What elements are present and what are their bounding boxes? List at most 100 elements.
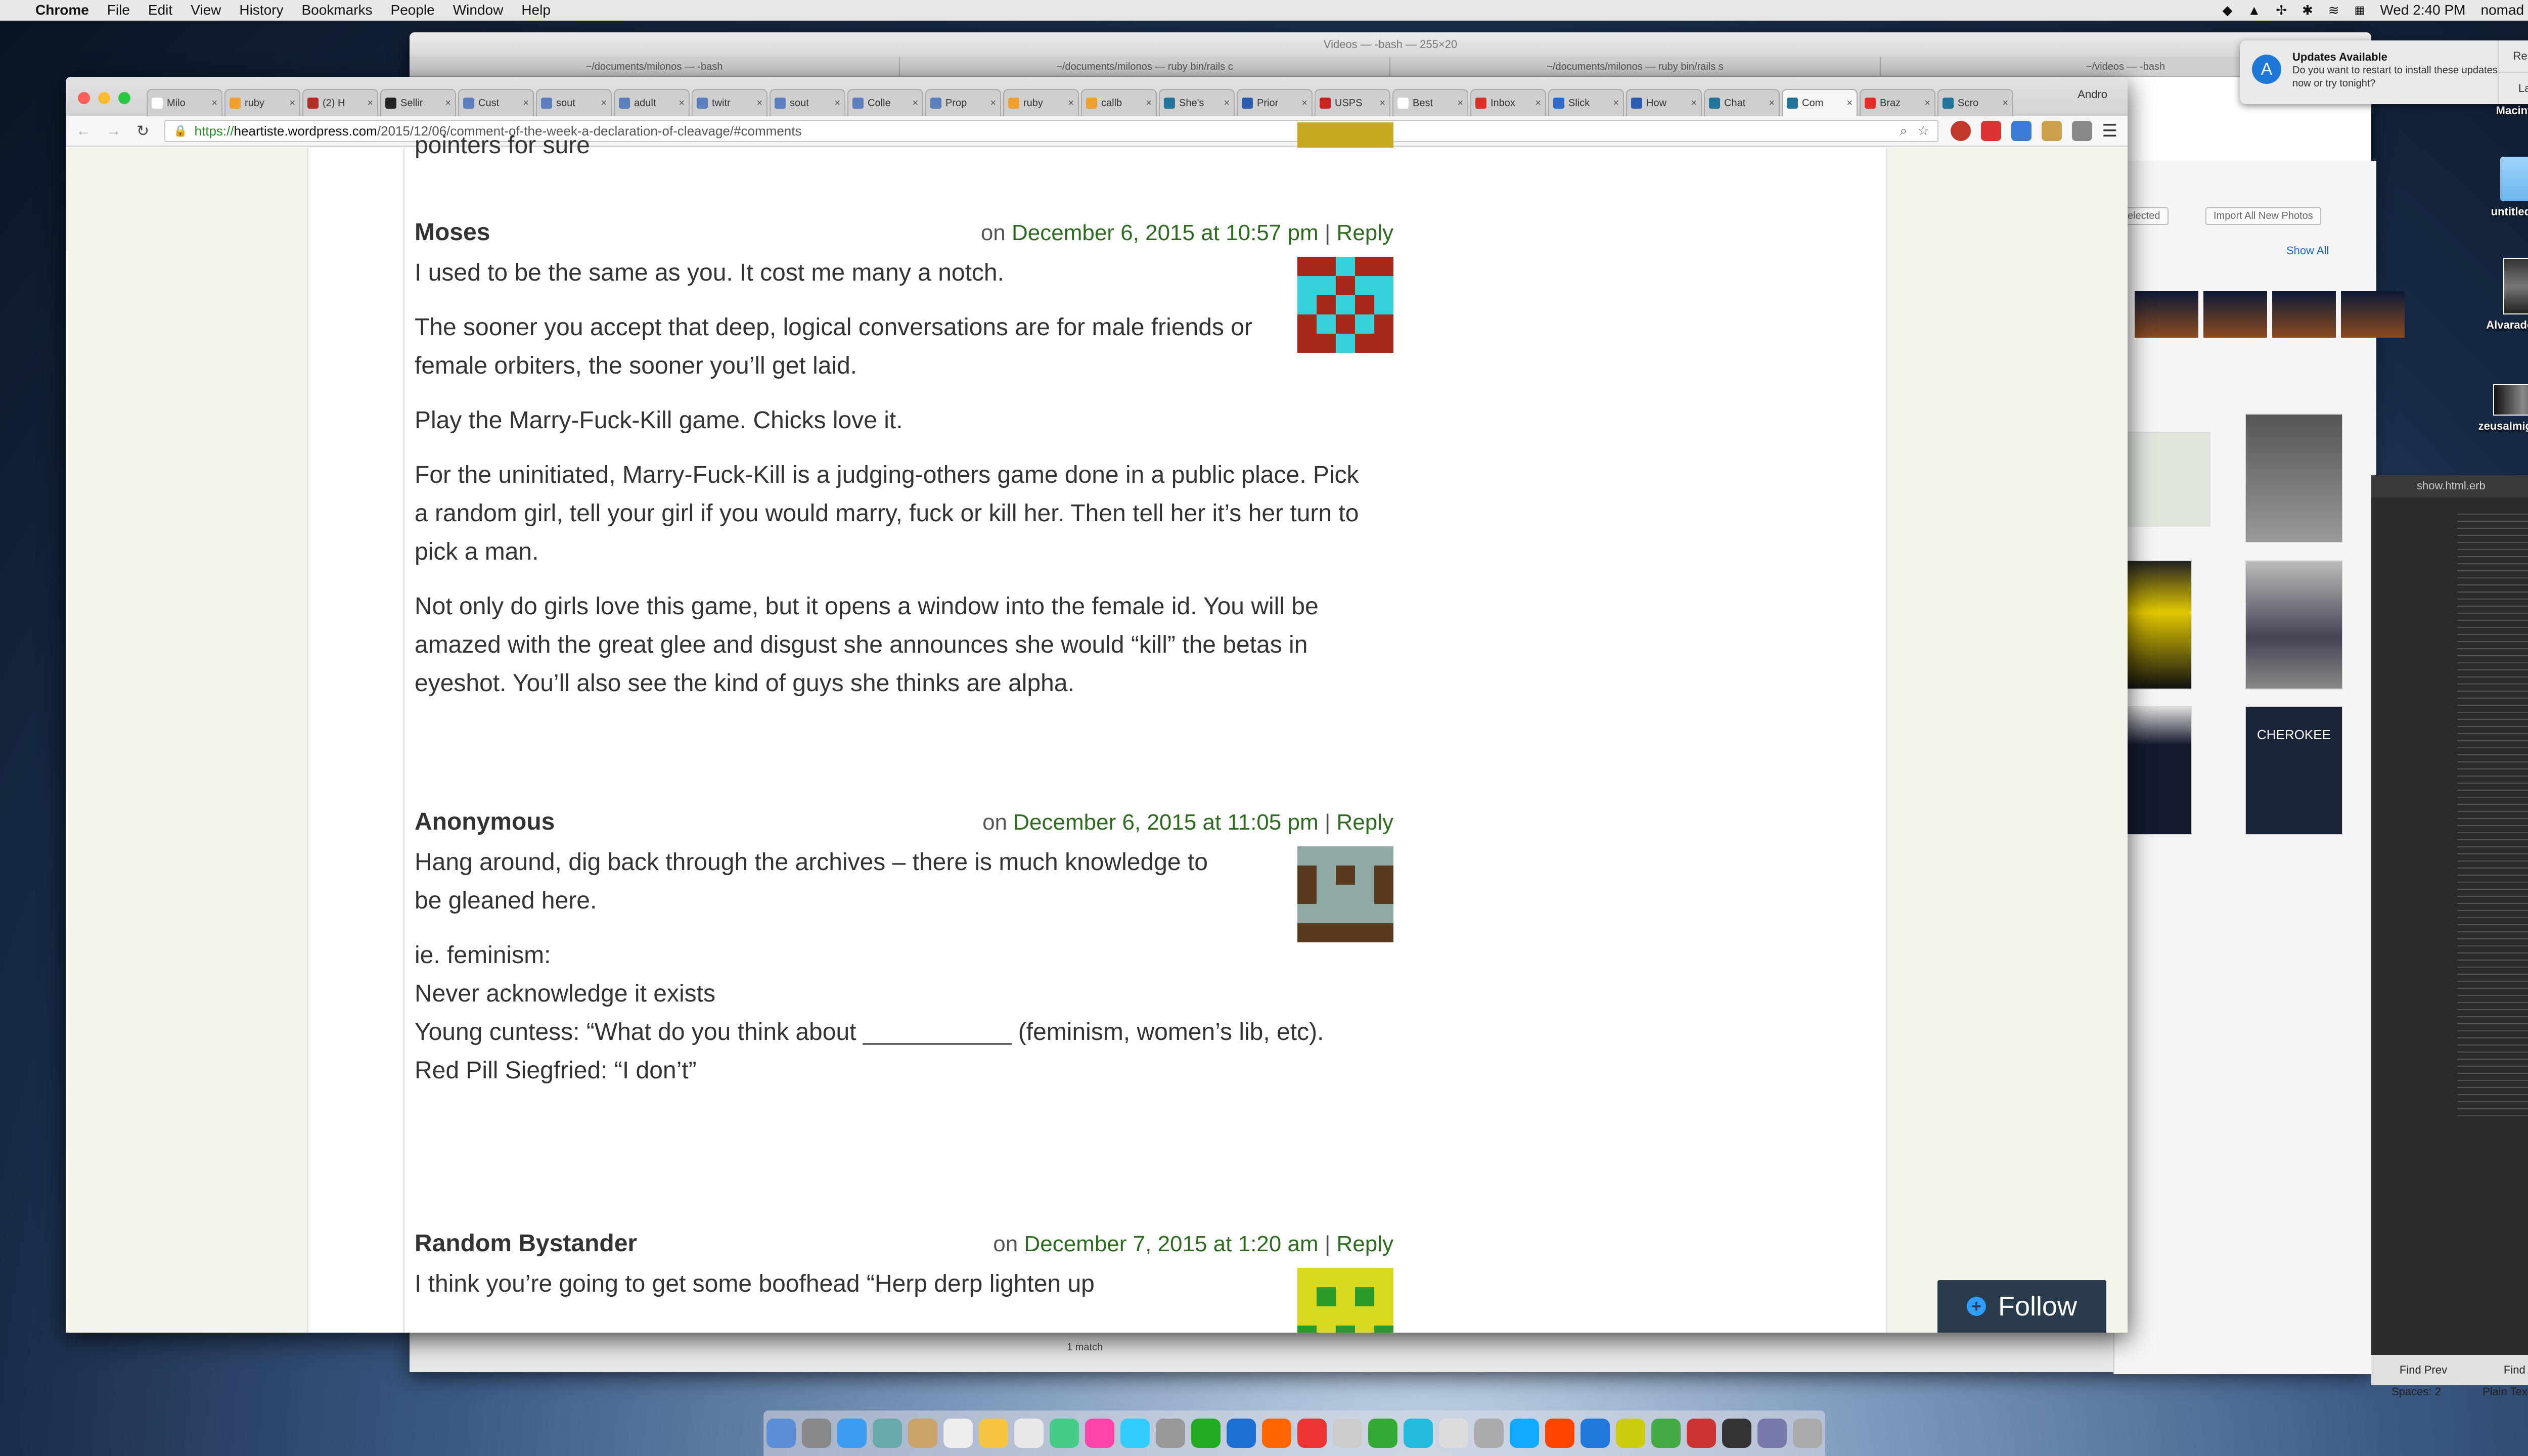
dock-app-icon[interactable] xyxy=(1120,1419,1150,1448)
tab-close-icon[interactable]: × xyxy=(367,98,373,109)
dock-app-icon[interactable] xyxy=(873,1419,902,1448)
photo-thumb[interactable]: CHEROKEE xyxy=(2245,706,2343,835)
dock-app-icon[interactable] xyxy=(1545,1419,1574,1448)
browser-tab[interactable]: Prior × xyxy=(1237,89,1313,116)
import-all-button[interactable]: Import All New Photos xyxy=(2205,207,2321,225)
minimize-window-button[interactable] xyxy=(98,92,110,104)
tab-close-icon[interactable]: × xyxy=(1379,98,1385,109)
browser-tab[interactable]: callb × xyxy=(1081,89,1157,116)
tab-close-icon[interactable]: × xyxy=(912,98,918,109)
clock[interactable]: Wed 2:40 PM xyxy=(2380,2,2465,18)
dock-app-icon[interactable] xyxy=(1297,1419,1327,1448)
browser-tab[interactable]: Slick × xyxy=(1548,89,1624,116)
browser-tab[interactable]: (2) H × xyxy=(302,89,378,116)
reply-link[interactable]: Reply xyxy=(1337,220,1394,245)
reload-button[interactable]: ↻ xyxy=(137,122,149,140)
user-name[interactable]: nomad xyxy=(2481,2,2524,18)
desktop-zeusalmighty-jpg[interactable]: zeusalmighty.jpg xyxy=(2467,384,2528,433)
dock-app-icon[interactable] xyxy=(1191,1419,1221,1448)
browser-tab[interactable]: ruby × xyxy=(224,89,300,116)
dock-app-icon[interactable] xyxy=(943,1419,973,1448)
menu-view[interactable]: View xyxy=(191,2,221,18)
tab-close-icon[interactable]: × xyxy=(1613,98,1619,109)
adblock-icon[interactable] xyxy=(1980,121,2001,141)
comment-permalink[interactable]: December 7, 2015 at 1:20 am xyxy=(1024,1232,1318,1256)
browser-tab[interactable]: She's × xyxy=(1159,89,1235,116)
tab-close-icon[interactable]: × xyxy=(445,98,451,109)
close-window-button[interactable] xyxy=(78,92,90,104)
tab-close-icon[interactable]: × xyxy=(1846,98,1853,109)
terminal-title-bar[interactable]: Videos — -bash — 255×20 xyxy=(410,32,2371,57)
browser-tab[interactable]: Com × xyxy=(1782,89,1858,116)
find-prev-button[interactable]: Find Prev xyxy=(2400,1363,2447,1377)
chrome-menu-icon[interactable]: ☰ xyxy=(2102,121,2117,141)
dock-app-icon[interactable] xyxy=(766,1419,796,1448)
menu-bookmarks[interactable]: Bookmarks xyxy=(301,2,372,18)
wifi-icon[interactable]: ≋ xyxy=(2328,3,2339,18)
tab-close-icon[interactable]: × xyxy=(1457,98,1463,109)
tab-close-icon[interactable]: × xyxy=(1068,98,1074,109)
dock-app-icon[interactable] xyxy=(837,1419,867,1448)
photo-thumb[interactable] xyxy=(2341,291,2405,338)
extension-icon[interactable] xyxy=(1950,121,1971,141)
bookmark-star-icon[interactable]: ☆ xyxy=(1917,123,1929,139)
chrome-window[interactable]: Milo × ruby × (2) H × Sellir × Cust × sout × adult × t… xyxy=(66,77,2128,1333)
reply-link[interactable]: Reply xyxy=(1337,810,1394,835)
forward-button[interactable]: → xyxy=(106,122,121,140)
reply-link[interactable]: Reply xyxy=(1337,1232,1394,1256)
menu-help[interactable]: Help xyxy=(521,2,551,18)
menu-people[interactable]: People xyxy=(391,2,435,18)
comment-author[interactable]: Moses xyxy=(415,218,490,246)
search-icon[interactable]: ⌕ xyxy=(1900,123,1908,139)
menu-file[interactable]: File xyxy=(107,2,130,18)
dock-app-icon[interactable] xyxy=(1474,1419,1504,1448)
menu-window[interactable]: Window xyxy=(453,2,504,18)
bluetooth-icon[interactable]: ✱ xyxy=(2302,3,2313,18)
browser-tab[interactable]: Inbox × xyxy=(1470,89,1546,116)
dock-app-icon[interactable] xyxy=(1227,1419,1256,1448)
dock-app-icon[interactable] xyxy=(908,1419,937,1448)
tab-close-icon[interactable]: × xyxy=(1146,98,1152,109)
dock-app-icon[interactable] xyxy=(1793,1419,1822,1448)
desktop-alvarado-jpeg[interactable]: Alvarado.jpeg xyxy=(2472,258,2528,332)
tab-close-icon[interactable]: × xyxy=(211,98,217,109)
menu-history[interactable]: History xyxy=(239,2,283,18)
tab-close-icon[interactable]: × xyxy=(756,98,762,109)
dock-app-icon[interactable] xyxy=(1581,1419,1610,1448)
tab-close-icon[interactable]: × xyxy=(834,98,840,109)
browser-tab[interactable]: Colle × xyxy=(847,89,923,116)
browser-tab[interactable]: Braz × xyxy=(1860,89,1935,116)
later-button[interactable]: Later xyxy=(2499,73,2528,104)
dock-app-icon[interactable] xyxy=(1085,1419,1114,1448)
comment-author[interactable]: Random Bystander xyxy=(415,1230,637,1257)
dock-app-icon[interactable] xyxy=(1510,1419,1539,1448)
profile-button[interactable]: Andro xyxy=(2078,88,2107,101)
tab-close-icon[interactable]: × xyxy=(679,98,685,109)
extension-icon[interactable] xyxy=(2071,121,2092,141)
dock-app-icon[interactable] xyxy=(1262,1419,1291,1448)
browser-tab[interactable]: Scro × xyxy=(1937,89,2013,116)
editor-code[interactable] xyxy=(2457,511,2528,1117)
terminal-tab[interactable]: ~/documents/milonos — -bash xyxy=(410,57,900,76)
tab-close-icon[interactable]: × xyxy=(1924,98,1930,109)
dock-app-icon[interactable] xyxy=(1156,1419,1185,1448)
terminal-tab[interactable]: ~/documents/milonos — ruby bin/rails s xyxy=(1390,57,1881,76)
editor-mode[interactable]: Plain Text xyxy=(2482,1385,2528,1398)
drive-icon[interactable]: ▲ xyxy=(2247,3,2261,18)
photo-thumb[interactable] xyxy=(2203,291,2267,338)
sync-icon[interactable]: ✢ xyxy=(2276,3,2287,18)
avatar[interactable] xyxy=(1297,846,1393,942)
tab-close-icon[interactable]: × xyxy=(523,98,529,109)
browser-tab[interactable]: twitr × xyxy=(692,89,768,116)
zoom-window-button[interactable] xyxy=(118,92,130,104)
dock-app-icon[interactable] xyxy=(979,1419,1008,1448)
tab-close-icon[interactable]: × xyxy=(990,98,996,109)
dock-app-icon[interactable] xyxy=(1404,1419,1433,1448)
avatar[interactable] xyxy=(1297,1268,1393,1333)
dock-app-icon[interactable] xyxy=(1687,1419,1716,1448)
editor-spaces[interactable]: Spaces: 2 xyxy=(2391,1385,2441,1398)
browser-tab[interactable]: Cust × xyxy=(458,89,534,116)
photos-import-window[interactable]: selected Import All New Photos Show All … xyxy=(2113,161,2405,1374)
tab-close-icon[interactable]: × xyxy=(601,98,607,109)
extension-icon[interactable] xyxy=(2041,121,2062,141)
